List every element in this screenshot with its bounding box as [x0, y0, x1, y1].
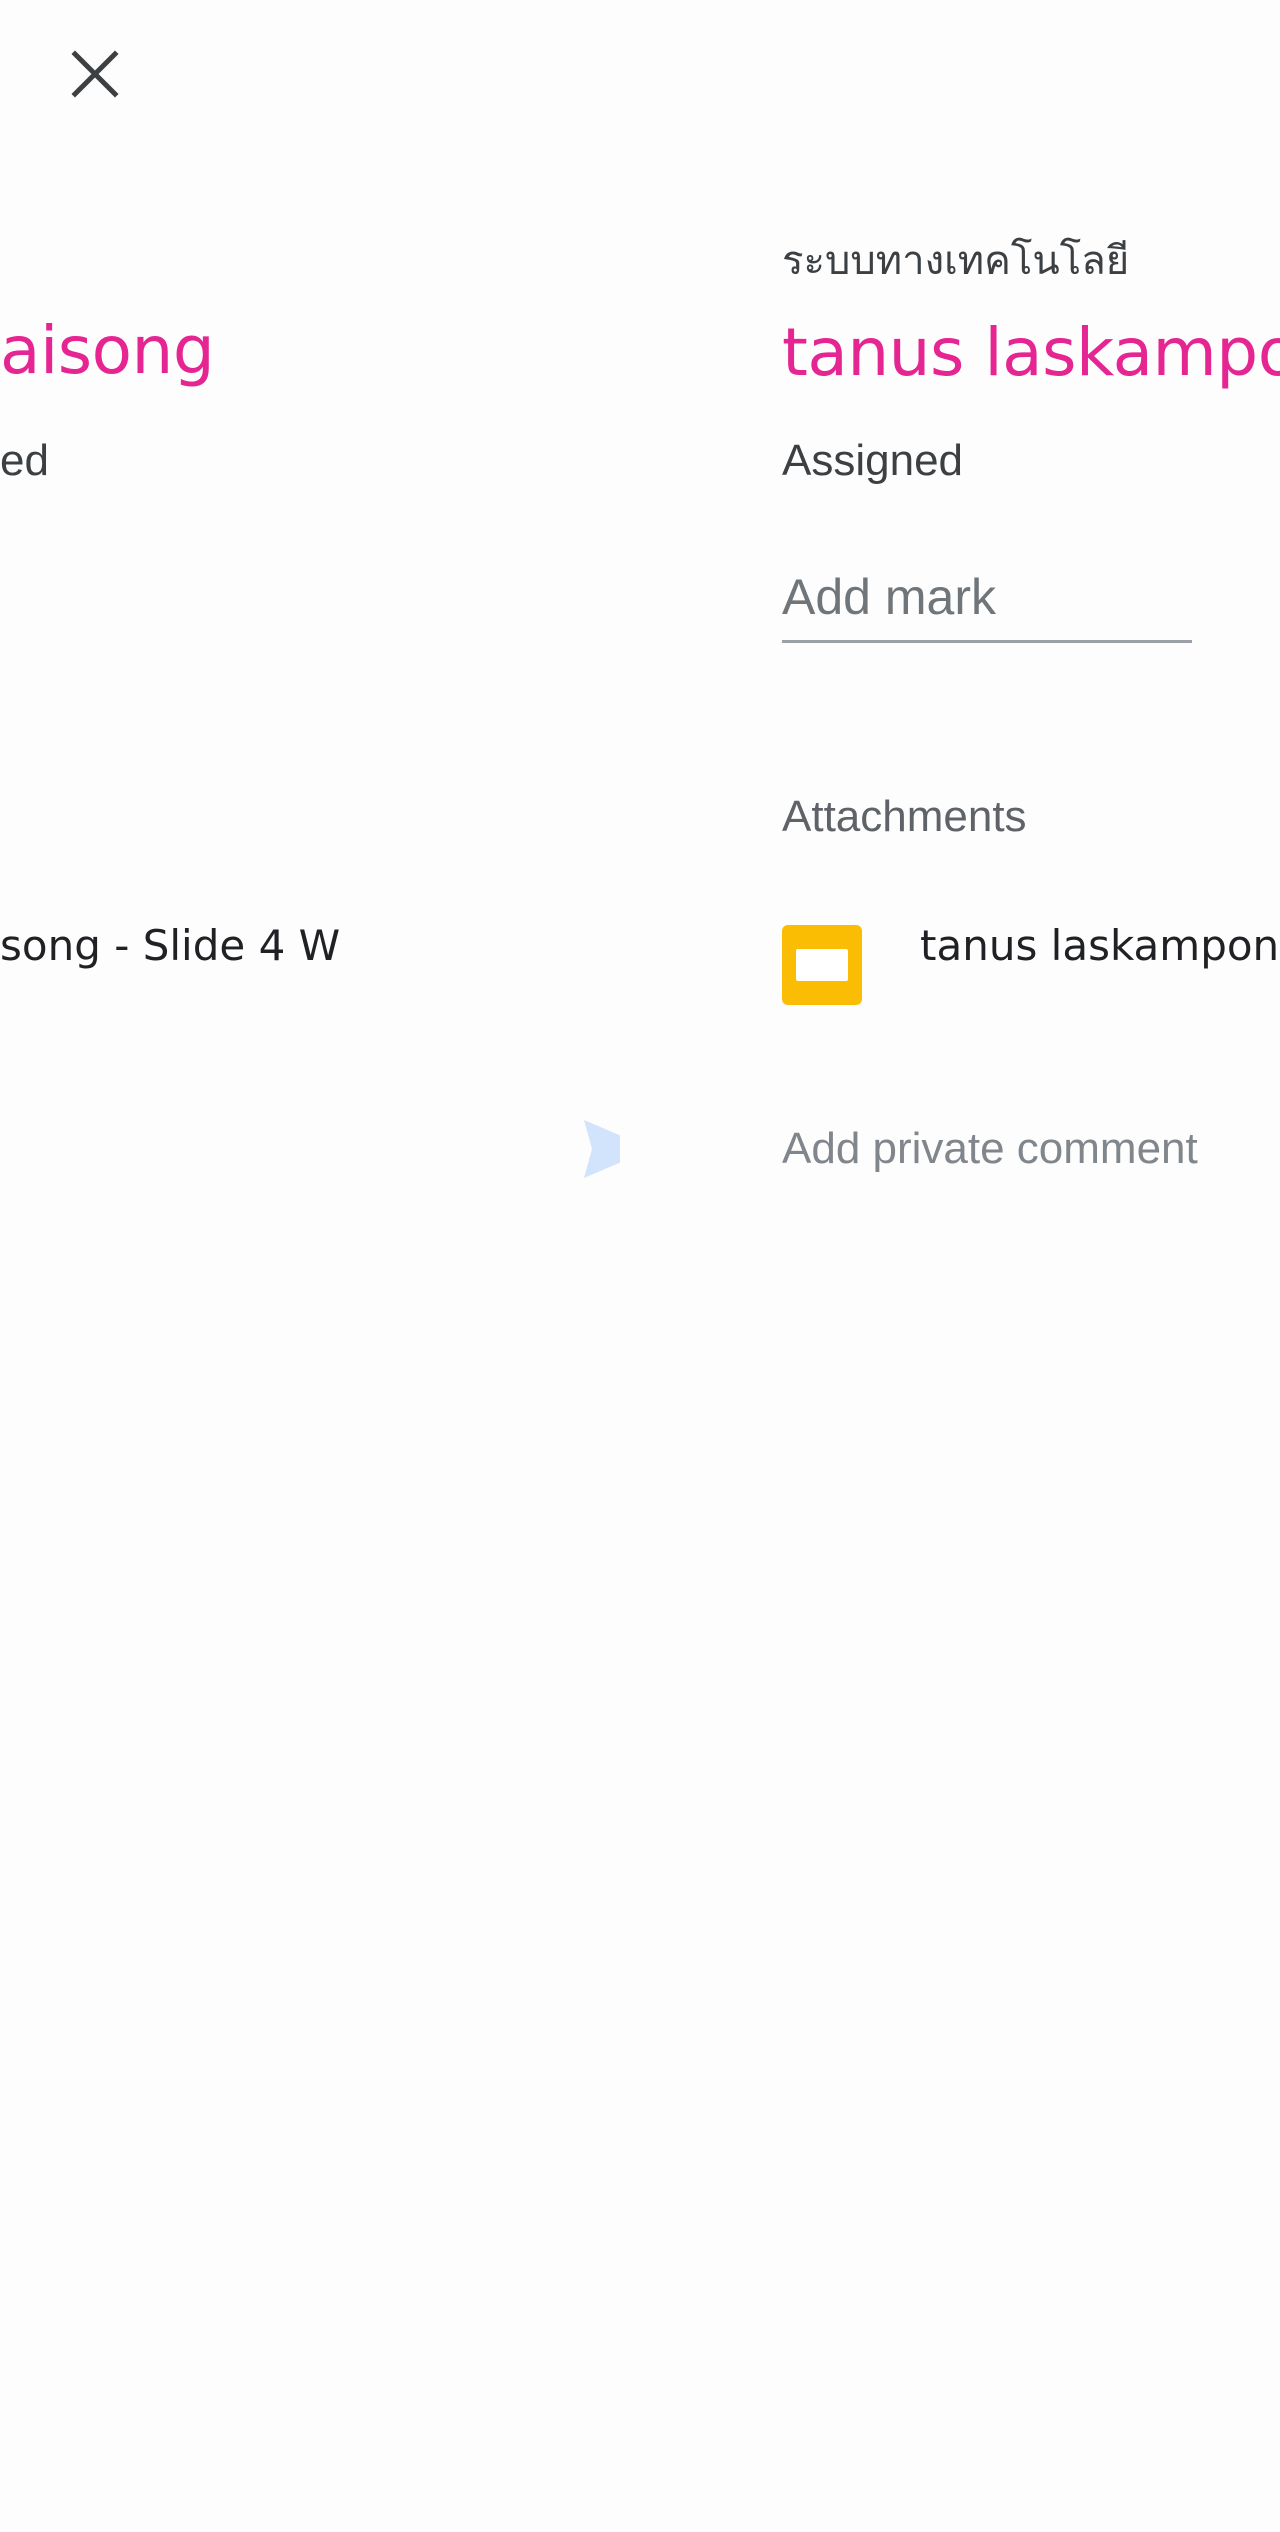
- grading-screen: aisong ed song - Slide 4 W ระบบทางเทคโนโ…: [0, 0, 1280, 2532]
- student-name: tanus laskampo: [782, 314, 1280, 391]
- current-student-pane: ระบบทางเทคโนโลยี tanus laskampo Assigned…: [782, 0, 1280, 2532]
- private-comment-input[interactable]: [782, 1124, 1280, 1174]
- previous-student-name: aisong: [0, 312, 215, 389]
- google-slides-icon: [782, 925, 862, 1005]
- add-mark-input[interactable]: [782, 568, 1192, 643]
- send-icon: [584, 1120, 620, 1178]
- attachments-heading: Attachments: [782, 792, 1027, 841]
- previous-student-pane[interactable]: aisong ed song - Slide 4 W: [0, 0, 620, 2532]
- previous-student-attachment-name[interactable]: song - Slide 4 W: [0, 921, 340, 970]
- send-comment-button[interactable]: [578, 1114, 620, 1184]
- submission-status: Assigned: [782, 436, 964, 485]
- previous-student-status: ed: [0, 436, 49, 485]
- attachment-name[interactable]: tanus laskampon: [920, 921, 1279, 970]
- course-title: ระบบทางเทคโนโลยี: [782, 238, 1130, 284]
